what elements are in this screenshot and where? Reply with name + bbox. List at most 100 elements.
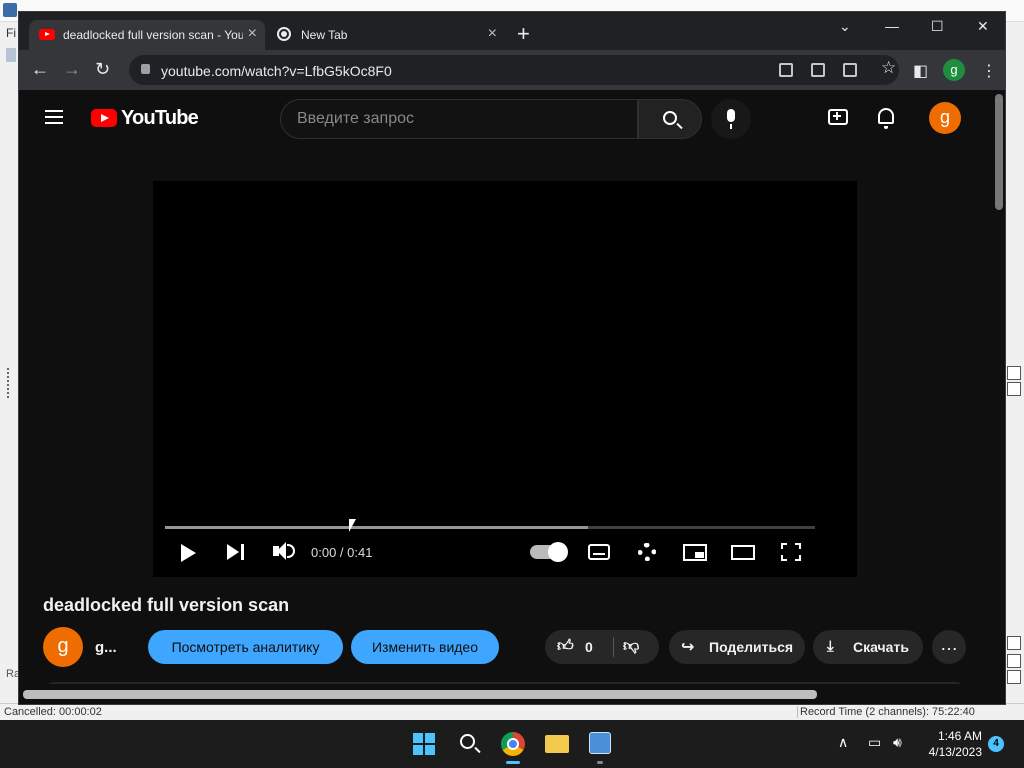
start-windows-icon[interactable]: [413, 733, 435, 755]
show-hidden-icons-chevron-icon[interactable]: ∧: [838, 734, 848, 751]
video-player[interactable]: 0:00 / 0:41: [153, 181, 857, 577]
browser-toolbar: ← → ↻ youtube.com/watch?v=LfbG5kOc8F0 ☆ …: [19, 50, 1005, 90]
taskbar: ∧ ▭ 🔊︎ 1:46 AM 4/13/2023 4: [0, 720, 1024, 768]
tab-search-icon[interactable]: ⌄: [839, 18, 851, 35]
volume-cone-icon[interactable]: [277, 542, 286, 560]
file-explorer-icon[interactable]: [545, 735, 569, 753]
background-panel-button[interactable]: [1007, 366, 1021, 380]
search-input[interactable]: [281, 100, 637, 138]
back-button[interactable]: ←: [31, 59, 49, 79]
horizontal-scroll-thumb[interactable]: [23, 690, 817, 699]
splitter-grip[interactable]: [7, 368, 11, 398]
profile-avatar[interactable]: g: [943, 59, 965, 81]
taskbar-search-icon[interactable]: [460, 734, 475, 749]
background-panel-button[interactable]: [1007, 670, 1021, 684]
fullscreen-icon[interactable]: [781, 543, 801, 561]
translate-icon[interactable]: [811, 63, 825, 77]
background-app-icon: [3, 3, 17, 17]
zoom-icon[interactable]: [1007, 654, 1021, 668]
background-panel-button[interactable]: [1007, 636, 1021, 650]
close-tab-icon[interactable]: ×: [248, 25, 257, 43]
lock-icon[interactable]: [141, 64, 150, 74]
next-icon-bar[interactable]: [241, 544, 244, 560]
thumbs-up-icon[interactable]: 👍︎: [557, 637, 574, 656]
share-arrow-icon: ↪: [681, 639, 695, 656]
more-actions-icon[interactable]: …: [932, 630, 966, 664]
thumbs-down-icon[interactable]: 👎︎: [623, 637, 639, 656]
side-panel-icon[interactable]: ◧: [913, 61, 928, 81]
edit-video-button[interactable]: Изменить видео: [351, 630, 499, 664]
background-toolbar-icon[interactable]: [6, 48, 16, 62]
search-button[interactable]: [638, 99, 702, 139]
background-menu-fragment[interactable]: Fi: [6, 26, 16, 40]
minimize-button[interactable]: —: [885, 18, 899, 34]
clock-date: 4/13/2023: [928, 745, 982, 759]
maximize-button[interactable]: ☐: [931, 18, 944, 35]
clock-time: 1:46 AM: [937, 729, 982, 743]
subtitles-icon[interactable]: [588, 544, 610, 560]
search-box[interactable]: [280, 99, 638, 139]
background-panel-button[interactable]: [1007, 382, 1021, 396]
download-icon: ⤓: [827, 638, 834, 655]
tab-youtube[interactable]: deadlocked full version scan - YouTube ×: [29, 20, 265, 50]
install-app-icon[interactable]: [779, 63, 793, 77]
notification-count-badge[interactable]: 4: [988, 736, 1004, 752]
chrome-taskbar-icon[interactable]: [501, 732, 525, 756]
account-avatar[interactable]: g: [929, 102, 961, 134]
volume-icon[interactable]: 🔊︎: [893, 734, 902, 751]
tab-title: deadlocked full version scan - YouTube: [63, 28, 243, 42]
horizontal-scrollbar[interactable]: [19, 684, 1005, 704]
create-video-icon[interactable]: [828, 109, 848, 125]
voice-search-button[interactable]: [711, 99, 751, 139]
vertical-scrollbar[interactable]: [993, 90, 1005, 692]
recorder-app-icon[interactable]: [589, 732, 611, 754]
status-bar: Cancelled: 00:00:02 Record Time (2 chann…: [0, 703, 1024, 720]
microphone-icon: [727, 109, 735, 129]
bookmark-star-icon[interactable]: ☆: [881, 58, 896, 78]
share-button[interactable]: ↪ Поделиться: [669, 630, 805, 664]
channel-name[interactable]: g...: [95, 639, 117, 656]
channel-avatar[interactable]: g: [43, 627, 83, 667]
download-label: Скачать: [853, 639, 909, 655]
status-left: Cancelled: 00:00:02: [4, 706, 102, 718]
tab-new-tab[interactable]: New Tab ×: [269, 20, 505, 50]
theater-mode-icon[interactable]: [731, 545, 755, 560]
youtube-logo-icon[interactable]: [91, 109, 117, 127]
close-window-button[interactable]: ✕: [977, 18, 989, 35]
like-count[interactable]: 0: [585, 639, 593, 655]
view-analytics-button[interactable]: Посмотреть аналитику: [148, 630, 343, 664]
browser-window: deadlocked full version scan - YouTube ×…: [18, 11, 1006, 705]
status-right: Record Time (2 channels): 75:22:40: [797, 706, 975, 718]
clock[interactable]: 1:46 AM 4/13/2023: [922, 728, 982, 760]
vertical-scroll-thumb[interactable]: [995, 94, 1003, 210]
youtube-logo-text[interactable]: YouTube: [121, 107, 199, 130]
tab-strip: deadlocked full version scan - YouTube ×…: [19, 12, 1005, 50]
progress-bar[interactable]: [165, 526, 815, 529]
play-icon[interactable]: [181, 544, 196, 562]
download-button[interactable]: ⤓ Скачать: [813, 630, 923, 664]
progress-loaded: [165, 526, 588, 529]
settings-gear-icon[interactable]: [638, 543, 656, 561]
share-label: Поделиться: [709, 639, 794, 655]
chrome-favicon-icon: [277, 27, 291, 41]
mouse-cursor: [349, 519, 356, 532]
share-icon[interactable]: [843, 63, 857, 77]
network-icon[interactable]: ▭: [868, 734, 881, 751]
new-tab-button[interactable]: +: [517, 23, 530, 45]
notifications-bell-icon[interactable]: [878, 108, 894, 129]
next-icon[interactable]: [227, 544, 239, 560]
volume-wave-icon[interactable]: [287, 544, 295, 558]
close-tab-icon[interactable]: ×: [488, 25, 497, 43]
url-text[interactable]: youtube.com/watch?v=LfbG5kOc8F0: [161, 63, 392, 79]
forward-button[interactable]: →: [63, 59, 81, 79]
address-bar[interactable]: youtube.com/watch?v=LfbG5kOc8F0 ☆: [129, 55, 899, 85]
autoplay-toggle[interactable]: [530, 542, 568, 562]
active-app-indicator: [506, 761, 520, 764]
youtube-favicon-icon: [39, 29, 55, 40]
miniplayer-icon[interactable]: [683, 544, 707, 561]
reload-button[interactable]: ↻: [95, 59, 110, 79]
youtube-page: YouTube g 0:00 / 0:41: [19, 90, 993, 692]
guide-menu-icon[interactable]: [45, 110, 63, 124]
menu-kebab-icon[interactable]: ⋮: [981, 61, 997, 81]
search-icon: [663, 111, 677, 125]
